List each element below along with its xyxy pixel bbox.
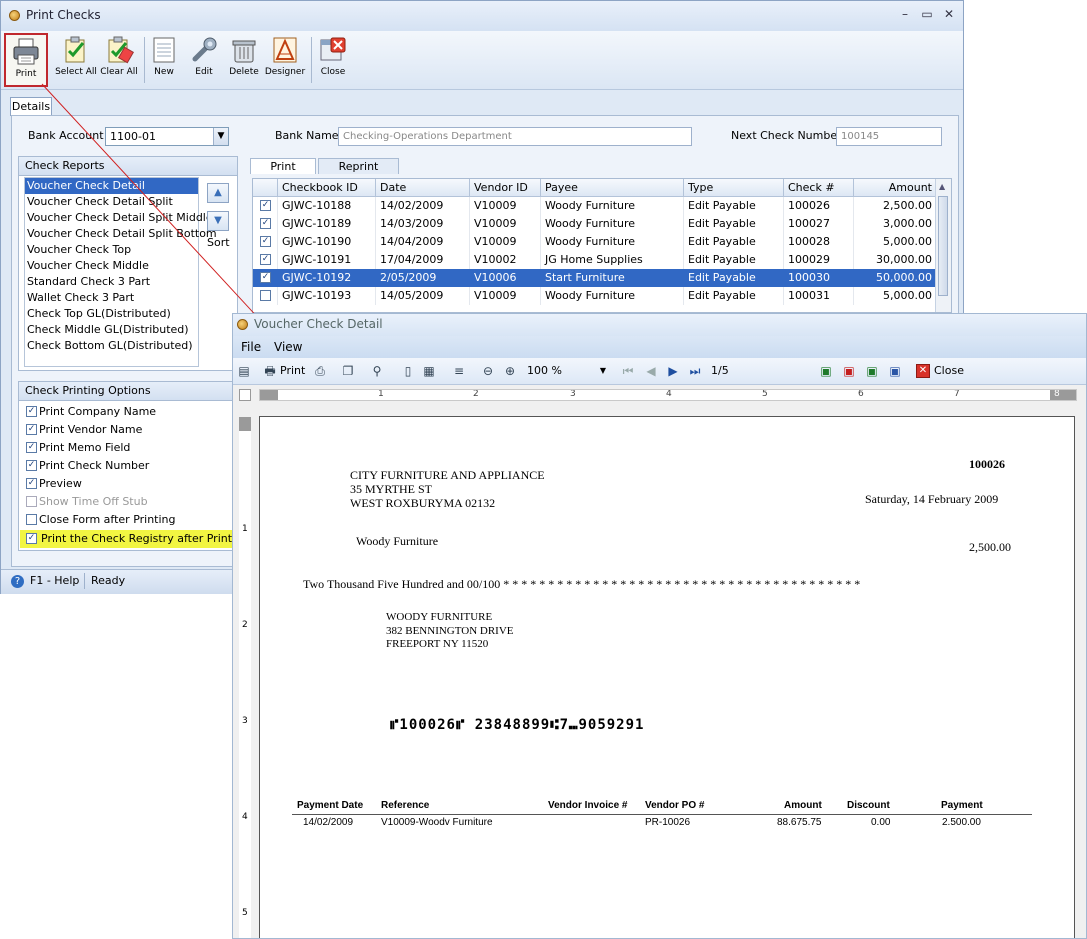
stub-cell: 88.675.75 [777,817,822,828]
menu-file[interactable]: File [241,340,261,354]
close-icon[interactable]: ✕ [916,364,930,378]
stub-cell: 0.00 [871,817,891,828]
voucher-check-detail-window: Voucher Check Detail File View ▤ 🖶 Print… [232,313,1087,939]
stub-header: Amount [784,800,822,811]
report-page: 100026 CITY FURNITURE AND APPLIANCE 35 M… [259,416,1075,938]
single-page-icon[interactable]: ▯ [401,364,415,378]
multi-page-icon[interactable]: ▦ [422,364,436,378]
zoom-dropdown[interactable]: 100 % ▼ [523,363,609,379]
company-name: CITY FURNITURE AND APPLIANCE [350,468,545,482]
next-page-icon[interactable]: ▶ [666,364,680,378]
preview-title: Voucher Check Detail [254,317,383,331]
continuous-icon[interactable]: ≡ [452,364,466,378]
previous-page-icon[interactable]: ◀ [644,364,658,378]
copy-icon[interactable]: ❐ [341,364,355,378]
check-amount: 2,500.00 [969,540,1011,554]
zoom-in-icon[interactable]: ⊕ [503,364,517,378]
company-city: WEST ROXBURYMA 02132 [350,496,496,510]
stub-cell: 14/02/2009 [303,817,354,828]
stub-header: Reference [381,800,430,811]
document-map-icon[interactable]: ▤ [237,364,251,378]
horizontal-ruler: 1 2 3 4 5 6 7 8 [259,389,1077,401]
chevron-down-icon: ▼ [599,366,606,375]
payee-address-line1: WOODY FURNITURE [386,611,493,623]
amount-in-words: Two Thousand Five Hundred and 00/100 * *… [303,577,861,591]
stub-header: Vendor Invoice # [548,800,628,811]
stub-divider [292,814,1032,815]
zoom-out-icon[interactable]: ⊖ [481,364,495,378]
find-icon[interactable]: ⚲ [370,364,384,378]
first-page-icon[interactable]: ⏮ [621,364,635,378]
printer-icon[interactable]: 🖶 [263,364,277,378]
stub-header: Payment Date [297,800,364,811]
preview-close-button[interactable]: Close [934,364,964,377]
export-pdf-icon[interactable]: ▣ [842,364,856,378]
ruler-ticks: 1 2 3 4 5 6 7 8 [378,390,1062,399]
ruler-corner [239,389,251,401]
preview-menu-bar: File View [233,336,1086,358]
stub-header: Payment [941,800,983,811]
page-setup-icon[interactable]: ⎙ [313,364,327,378]
stub-header: Vendor PO # [645,800,705,811]
menu-view[interactable]: View [274,340,302,354]
export-xls-icon[interactable]: ▣ [865,364,879,378]
export-excel-icon[interactable]: ▣ [819,364,833,378]
check-date: Saturday, 14 February 2009 [865,492,999,506]
preview-print-button[interactable]: Print [280,364,305,377]
check-number: 100026 [969,457,1005,471]
stub-cell: 2.500.00 [942,817,981,828]
stub-cell: V10009-Woodv Furniture [381,817,493,828]
app-icon [237,319,248,330]
preview-title-bar: Voucher Check Detail [233,314,1086,336]
vertical-ruler: 1 2 3 4 5 [239,417,251,938]
export-word-icon[interactable]: ▣ [888,364,902,378]
payee-address-line3: FREEPORT NY 11520 [386,638,489,650]
ruler-margin-top [239,417,251,431]
stub-cell: PR-10026 [645,817,691,828]
page-counter: 1/5 [711,364,729,377]
stub-header: Discount [847,800,890,811]
company-street: 35 MYRTHE ST [350,482,432,496]
payee-name: Woody Furniture [356,534,439,548]
preview-toolbar: ▤ 🖶 Print ⎙ ❐ ⚲ ▯ ▦ ≡ ⊖ ⊕ 100 % ▼ ⏮ ◀ ▶ … [233,358,1086,385]
last-page-icon[interactable]: ⏭ [688,364,702,378]
payee-address-line2: 382 BENNINGTON DRIVE [386,625,514,637]
micr-line: ⑈100026⑈ 23848899⑆7⑉9059291 [390,717,645,733]
